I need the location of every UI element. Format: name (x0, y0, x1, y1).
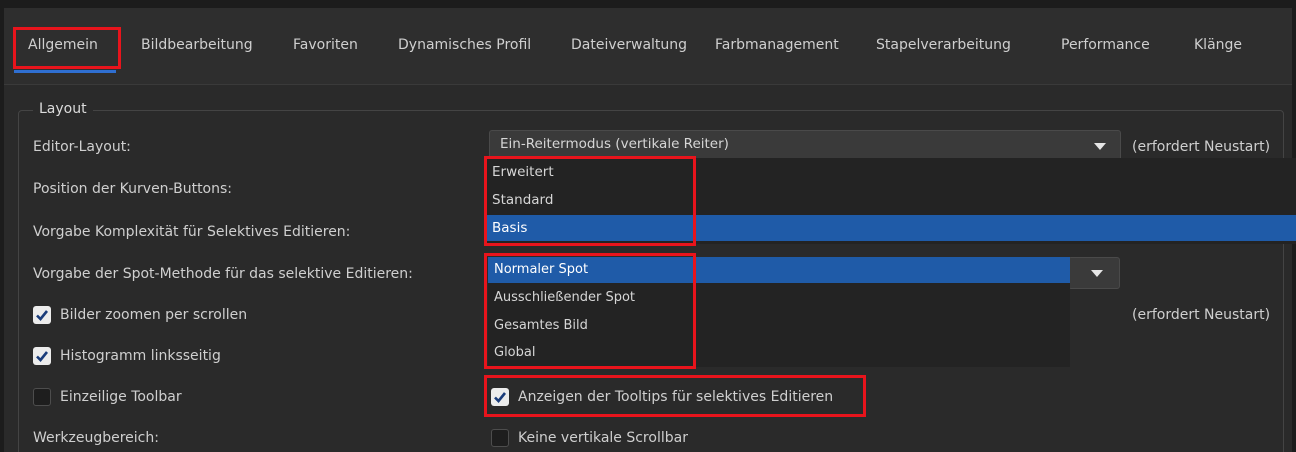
complexity-option-standard[interactable]: Standard (486, 187, 1296, 213)
complexity-label: Vorgabe Komplexität für Selektives Editi… (33, 224, 351, 240)
spot-option-normal[interactable]: Normaler Spot (488, 257, 1070, 283)
tab-klaenge[interactable]: Klänge (1194, 37, 1242, 53)
complexity-dropdown: Erweitert Standard Basis (486, 158, 1296, 244)
layout-legend: Layout (33, 101, 93, 117)
chevron-down-icon (1091, 270, 1103, 277)
histogram-left-label: Histogramm linksseitig (60, 348, 221, 364)
active-tab-indicator (14, 70, 116, 73)
checkmark-icon (36, 310, 49, 321)
tab-dateiverwaltung[interactable]: Dateiverwaltung (571, 37, 687, 53)
spot-method-select[interactable] (1068, 257, 1120, 289)
histogram-left-checkbox[interactable] (33, 347, 51, 365)
single-toolbar-label: Einzeilige Toolbar (60, 389, 182, 405)
spot-option-exclusive[interactable]: Ausschließender Spot (488, 285, 1070, 311)
no-vscroll-label: Keine vertikale Scrollbar (518, 430, 688, 446)
tab-dynamisches-profil[interactable]: Dynamisches Profil (398, 37, 531, 53)
zoom-scroll-restart-hint: (erfordert Neustart) (1132, 307, 1271, 323)
tab-farbmanagement[interactable]: Farbmanagement (715, 37, 839, 53)
curve-buttons-label: Position der Kurven-Buttons: (33, 181, 233, 197)
spot-option-full-image[interactable]: Gesamtes Bild (488, 313, 1070, 339)
complexity-option-erweitert[interactable]: Erweitert (486, 159, 1296, 185)
tab-favoriten[interactable]: Favoriten (293, 37, 358, 53)
tool-area-label: Werkzeugbereich: (33, 430, 159, 446)
complexity-option-basis[interactable]: Basis (486, 215, 1296, 241)
preferences-window: Allgemein Bildbearbeitung Favoriten Dyna… (0, 0, 1296, 452)
frame-top (0, 0, 1296, 8)
tooltips-label: Anzeigen der Tooltips für selektives Edi… (518, 389, 834, 405)
zoom-scroll-checkbox[interactable] (33, 306, 51, 324)
tab-stapelverarbeitung[interactable]: Stapelverarbeitung (876, 37, 1011, 53)
tab-allgemein[interactable]: Allgemein (28, 37, 98, 53)
tab-performance[interactable]: Performance (1061, 37, 1150, 53)
chevron-down-icon (1094, 143, 1106, 150)
editor-layout-restart-hint: (erfordert Neustart) (1132, 139, 1271, 155)
spot-method-label: Vorgabe der Spot-Methode für das selekti… (33, 266, 413, 282)
checkmark-icon (494, 392, 507, 403)
editor-layout-label: Editor-Layout: (33, 139, 131, 155)
spot-option-global[interactable]: Global (488, 340, 1070, 366)
tooltips-checkbox[interactable] (491, 388, 509, 406)
zoom-scroll-label: Bilder zoomen per scrollen (60, 307, 248, 323)
no-vscroll-checkbox[interactable] (491, 429, 509, 447)
tab-bildbearbeitung[interactable]: Bildbearbeitung (141, 37, 253, 53)
single-toolbar-checkbox[interactable] (33, 388, 51, 406)
spot-method-dropdown: Normaler Spot Ausschließender Spot Gesam… (488, 257, 1070, 367)
checkmark-icon (36, 351, 49, 362)
editor-layout-value: Ein-Reitermodus (vertikale Reiter) (500, 136, 729, 152)
